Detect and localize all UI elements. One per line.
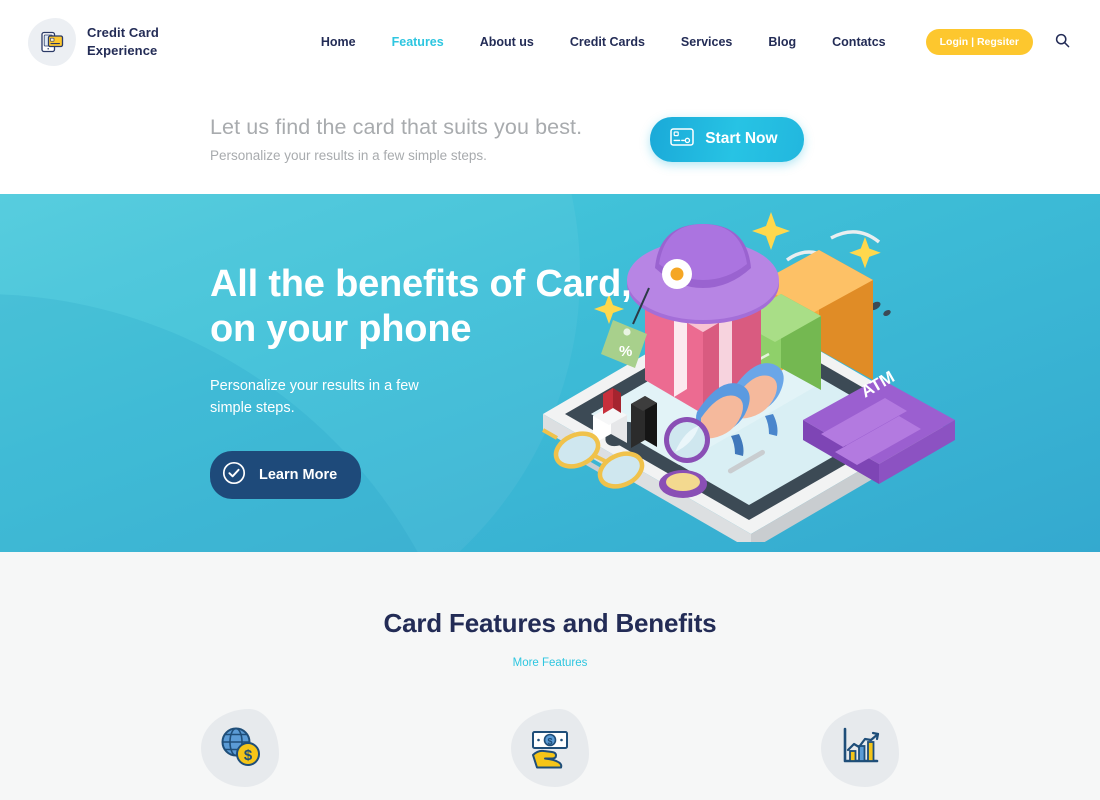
hero-subtext: Personalize your results in a few simple… [210,375,450,420]
features-section: Card Features and Benefits More Features… [0,552,1100,800]
nav-item-home[interactable]: Home [303,35,374,49]
subheader-copy: Let us find the card that suits you best… [210,115,582,163]
subheader-section: Let us find the card that suits you best… [0,84,1100,194]
nav-item-credit-cards[interactable]: Credit Cards [552,35,663,49]
hero-content: All the benefits of Card, on your phone … [0,194,1100,499]
learn-more-label: Learn More [259,466,338,483]
feature-item-growth-insights[interactable] [821,709,899,787]
nav-item-blog[interactable]: Blog [750,35,814,49]
feature-item-global-payments[interactable]: $ [201,709,279,787]
hero-subtext-line-1: Personalize your results in a few [210,377,419,394]
nav-item-services[interactable]: Services [663,35,750,49]
brand-logo[interactable]: Credit Card Experience [28,18,159,66]
subheader-title: Let us find the card that suits you best… [210,115,583,140]
hero-heading: All the benefits of Card, on your phone [210,262,1100,352]
main-nav: Home Features About us Credit Cards Serv… [303,29,1070,55]
hero-subtext-line-2: simple steps. [210,400,295,417]
brand-line-2: Experience [87,43,158,58]
hero-heading-line-2: on your phone [210,307,472,350]
nav-item-features[interactable]: Features [374,35,462,49]
nav-item-about-us[interactable]: About us [462,35,552,49]
check-circle-icon [221,460,247,490]
learn-more-button[interactable]: Learn More [210,450,362,499]
search-icon [1055,33,1070,51]
bar-chart-growth-icon [837,723,883,774]
svg-text:$: $ [244,747,253,764]
brand-name: Credit Card Experience [87,24,159,59]
subheader-subtitle: Personalize your results in a few simple… [210,147,487,163]
login-register-button[interactable]: Login | Regsiter [925,29,1033,55]
hero-section: All the benefits of Card, on your phone … [0,194,1100,552]
features-title: Card Features and Benefits [383,608,717,638]
hand-money-icon: $ [527,723,573,774]
start-now-label: Start Now [705,130,778,147]
search-button[interactable] [1055,33,1070,51]
feature-item-cashback[interactable]: $ [511,709,589,787]
start-now-button[interactable]: Start Now [650,116,804,162]
brand-line-1: Credit Card [87,25,159,41]
svg-text:$: $ [547,736,552,746]
hero-heading-line-1: All the benefits of Card, [210,263,632,305]
feature-icon-row: $ $ [0,709,1100,787]
credit-card-phone-icon [28,18,76,66]
card-icon [670,127,694,151]
top-navigation-bar: Credit Card Experience Home Features Abo… [0,0,1100,84]
nav-item-contacts[interactable]: Contatcs [814,35,903,49]
globe-dollar-icon: $ [217,723,263,774]
more-features-link[interactable]: More Features [513,657,588,669]
